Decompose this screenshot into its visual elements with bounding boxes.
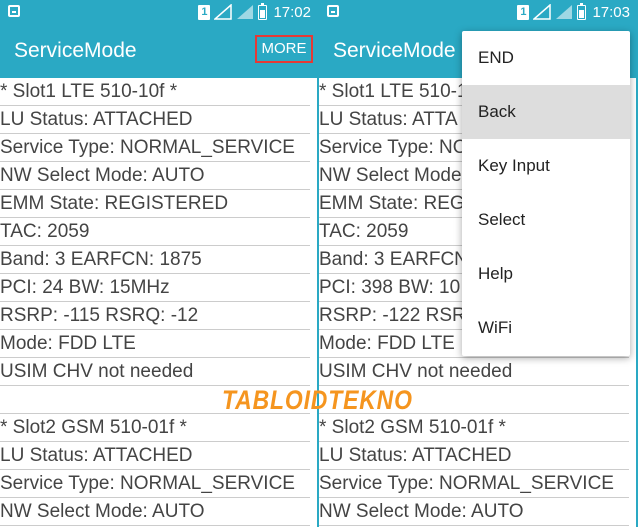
status-icons: 1 17:03: [517, 2, 630, 21]
wifi-signal-icon: [237, 5, 254, 19]
info-line: * Slot2 GSM 510-01f *: [0, 414, 310, 442]
status-icons: 1 17:02: [198, 2, 311, 21]
info-line: Service Type: NORMAL_SERVICE: [319, 470, 629, 498]
menu-item-wifi[interactable]: WiFi: [462, 301, 630, 355]
info-line: LU Status: ATTACHED: [0, 106, 310, 134]
sim-badge: 1: [517, 4, 530, 20]
info-line: RSRP: -115 RSRQ: -12: [0, 302, 310, 330]
battery-icon: [577, 2, 587, 20]
clock: 17:03: [592, 3, 630, 21]
notification-icon: [8, 5, 20, 17]
info-line: EMM State: REGISTERED: [0, 190, 310, 218]
app-title: ServiceMode: [14, 39, 137, 62]
menu-item-end[interactable]: END: [462, 31, 630, 85]
left-screen: 1 17:02 ServiceMode MORE * Slot1 LTE 510…: [0, 0, 317, 527]
app-title: ServiceMode: [333, 39, 456, 62]
info-line: TAC: 2059: [0, 218, 310, 246]
status-bar: 1 17:02: [0, 0, 317, 24]
battery-icon: [258, 2, 268, 20]
menu-item-select[interactable]: Select: [462, 193, 630, 247]
signal-icon: [533, 4, 552, 20]
info-line: Mode: FDD LTE: [0, 330, 310, 358]
info-line: Service Type: NORMAL_SERVICE: [0, 134, 310, 162]
info-line: NW Select Mode: AUTO: [319, 498, 629, 526]
wifi-signal-icon: [556, 5, 573, 19]
info-line: LU Status: ATTACHED: [319, 442, 629, 470]
info-line: USIM CHV not needed: [0, 358, 310, 386]
menu-item-back[interactable]: Back: [462, 85, 630, 139]
watermark: TABLOIDTEKNO: [222, 385, 413, 415]
info-line: Band: 3 EARFCN: 1875: [0, 246, 310, 274]
clock: 17:02: [273, 3, 311, 21]
info-line: Service Type: NORMAL_SERVICE: [0, 470, 310, 498]
info-line: * Slot1 LTE 510-10f *: [0, 78, 310, 106]
info-list: * Slot1 LTE 510-10f * LU Status: ATTACHED…: [0, 78, 317, 526]
info-line: * Slot2 GSM 510-01f *: [319, 414, 629, 442]
notification-icon: [327, 5, 339, 17]
menu-item-key-input[interactable]: Key Input: [462, 139, 630, 193]
more-button[interactable]: MORE: [255, 35, 313, 63]
status-bar: 1 17:03: [319, 0, 636, 24]
info-line: NW Select Mode: AUTO: [0, 162, 310, 190]
menu-item-help[interactable]: Help: [462, 247, 630, 301]
signal-icon: [214, 4, 233, 20]
info-line: USIM CHV not needed: [319, 358, 629, 386]
info-line: LU Status: ATTACHED: [0, 442, 310, 470]
info-line: PCI: 24 BW: 15MHz: [0, 274, 310, 302]
info-line: NW Select Mode: AUTO: [0, 498, 310, 526]
overflow-menu: END Back Key Input Select Help WiFi: [462, 31, 630, 356]
app-bar: ServiceMode MORE: [0, 24, 317, 78]
sim-badge: 1: [198, 4, 211, 20]
